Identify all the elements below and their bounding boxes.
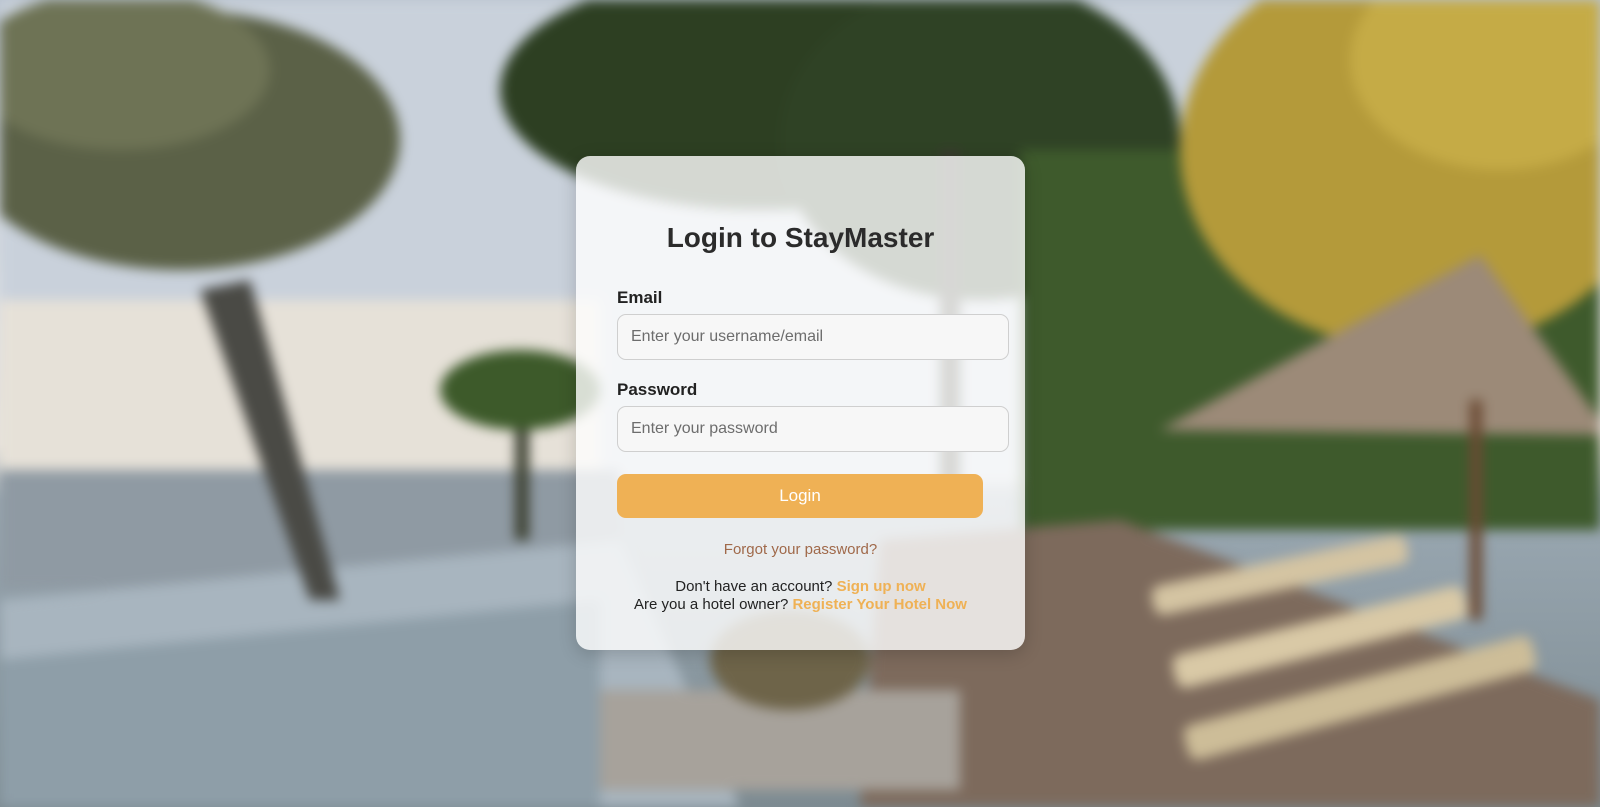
email-input[interactable] xyxy=(617,314,1009,360)
password-input[interactable] xyxy=(617,406,1009,452)
login-button[interactable]: Login xyxy=(617,474,983,518)
email-label: Email xyxy=(617,288,663,307)
email-field-group: Email xyxy=(617,288,1009,360)
login-title: Login to StayMaster xyxy=(666,222,935,253)
hotel-owner-text: Are you a hotel owner? xyxy=(634,596,789,613)
forgot-password-link[interactable]: Forgot your password? xyxy=(576,541,1025,558)
register-hotel-line: Are you a hotel owner? Register Your Hot… xyxy=(576,596,1025,614)
password-field-group: Password xyxy=(617,380,1009,452)
signup-line: Don't have an account? Sign up now xyxy=(576,578,1025,596)
register-hotel-link[interactable]: Register Your Hotel Now xyxy=(792,596,966,613)
login-card: Login to StayMaster Email Password Login… xyxy=(576,156,1025,650)
password-label: Password xyxy=(617,380,698,399)
signup-section: Don't have an account? Sign up now Are y… xyxy=(576,578,1025,614)
signup-link[interactable]: Sign up now xyxy=(837,578,926,595)
no-account-text: Don't have an account? xyxy=(675,578,833,595)
